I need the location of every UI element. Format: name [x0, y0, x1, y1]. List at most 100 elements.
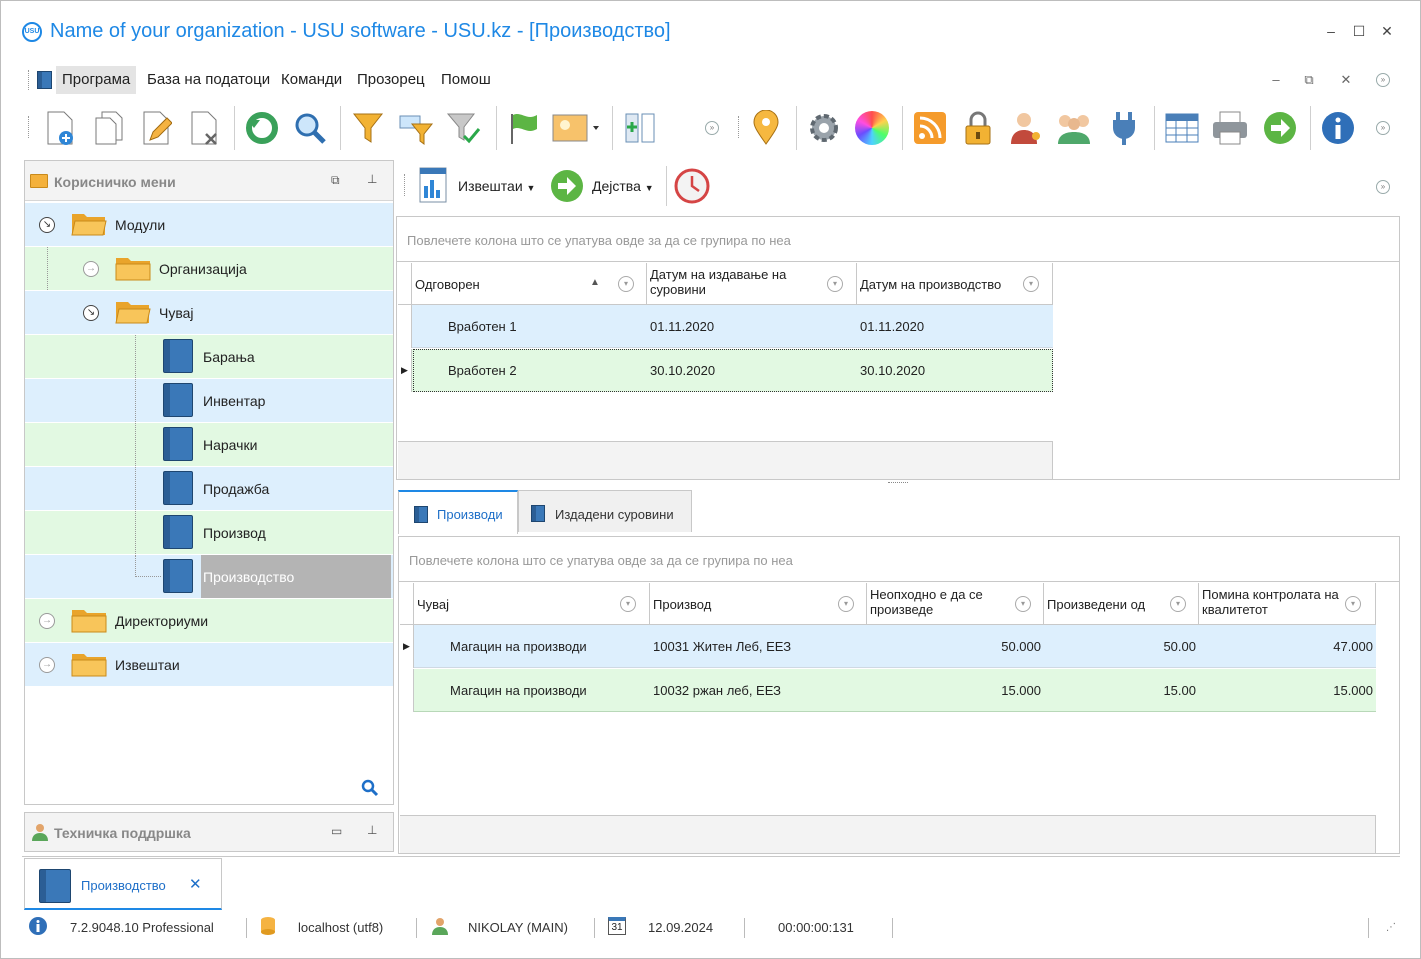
tree-item-production[interactable]: Производство — [25, 555, 393, 598]
add-column-icon[interactable] — [620, 106, 660, 150]
column-header-production-date[interactable]: Датум на производство ▾ — [857, 263, 1053, 305]
table-row[interactable]: ▶ Магацин на производи 10031 Житен Леб, … — [400, 625, 1376, 668]
tree-search-icon[interactable] — [361, 779, 379, 797]
mdi-close-icon[interactable]: ✕ — [1338, 72, 1354, 88]
tree-item-label: Инвентар — [203, 393, 266, 409]
filter-by-cell-icon[interactable] — [396, 106, 436, 150]
column-filter-icon[interactable]: ▾ — [1345, 596, 1361, 612]
rss-icon[interactable] — [910, 106, 950, 150]
report-icon — [419, 167, 447, 203]
minimize-icon[interactable]: – — [1322, 22, 1340, 40]
tree-item-label: Производ — [203, 525, 266, 541]
column-filter-icon[interactable]: ▾ — [1015, 596, 1031, 612]
location-pin-icon[interactable] — [746, 106, 786, 150]
column-header-quality-passed[interactable]: Помина контролата на квалитетот ▾ — [1199, 583, 1376, 625]
menu-window[interactable]: Прозорец — [351, 66, 431, 94]
go-forward-icon[interactable] — [1260, 106, 1300, 150]
delete-record-icon[interactable] — [184, 106, 224, 150]
column-filter-icon[interactable]: ▾ — [620, 596, 636, 612]
tree-item-modules[interactable]: ↘ Модули — [25, 203, 393, 246]
reports-dropdown[interactable]: Извештаи ▼ — [458, 178, 535, 194]
menu-help[interactable]: Помош — [435, 66, 497, 94]
actions-icon — [551, 170, 583, 202]
tree-item-sales[interactable]: Продажба — [25, 467, 393, 510]
tree-item-directories[interactable]: → Директориуми — [25, 599, 393, 642]
close-icon[interactable]: ✕ — [1378, 22, 1396, 40]
image-dropdown-icon[interactable] — [550, 106, 600, 150]
column-header-produced[interactable]: Произведени од ▾ — [1044, 583, 1199, 625]
search-icon[interactable] — [290, 106, 330, 150]
form-toolbar-options-icon[interactable]: » — [1376, 180, 1390, 194]
settings-gear-icon[interactable] — [804, 106, 844, 150]
panel-pin-icon[interactable]: ⊥ — [367, 823, 377, 837]
column-filter-icon[interactable]: ▾ — [1170, 596, 1186, 612]
copy-record-icon[interactable] — [88, 106, 128, 150]
column-filter-icon[interactable]: ▾ — [827, 276, 843, 292]
tree-item-label: Директориуми — [115, 613, 209, 629]
column-header-responsible[interactable]: Одговорен ▲ ▾ — [412, 263, 647, 305]
column-header-issue-date[interactable]: Датум на издавање на суровини ▾ — [647, 263, 857, 305]
splitter-handle[interactable] — [888, 482, 908, 484]
column-header-product[interactable]: Производ ▾ — [650, 583, 867, 625]
column-header-store[interactable]: Чувај ▾ — [414, 583, 650, 625]
column-filter-icon[interactable]: ▾ — [1023, 276, 1039, 292]
mdi-restore-icon[interactable]: ⧉ — [1301, 72, 1317, 88]
clock-icon[interactable] — [674, 168, 710, 204]
menu-commands[interactable]: Команди — [275, 66, 348, 94]
collapse-icon[interactable]: ↘ — [83, 305, 99, 321]
tech-support-panel[interactable]: Техничка поддршка ▭ ⊥ — [24, 812, 394, 852]
print-icon[interactable] — [1210, 106, 1250, 150]
plugin-icon[interactable] — [1104, 106, 1144, 150]
tree-item-orders[interactable]: Нарачки — [25, 423, 393, 466]
mdi-minimize-icon[interactable]: – — [1268, 72, 1284, 88]
user-key-icon[interactable] — [1006, 106, 1046, 150]
flag-icon[interactable] — [504, 106, 544, 150]
info-icon[interactable] — [1318, 106, 1358, 150]
table-row[interactable]: ▶ Вработен 2 30.10.2020 30.10.2020 — [398, 349, 1053, 392]
version-info-icon — [29, 917, 47, 935]
tree-item-store[interactable]: ↘ Чувај — [25, 291, 393, 334]
maximize-icon[interactable]: ☐ — [1350, 22, 1368, 40]
panel-float-icon[interactable]: ⧉ — [331, 173, 340, 188]
filter-apply-icon[interactable] — [444, 106, 484, 150]
tree-item-organization[interactable]: → Организација — [25, 247, 393, 290]
app-logo-icon: USU — [22, 22, 42, 42]
toolbar-options-icon[interactable]: » — [705, 121, 719, 135]
tree-item-reports[interactable]: → Извештаи — [25, 643, 393, 686]
tree-item-requests[interactable]: Барања — [25, 335, 393, 378]
expand-icon[interactable]: → — [39, 613, 55, 629]
collapse-icon[interactable]: ↘ — [39, 217, 55, 233]
column-header-required[interactable]: Неопходно е да се произведе ▾ — [867, 583, 1044, 625]
lock-icon[interactable] — [958, 106, 998, 150]
folder-icon — [71, 654, 107, 677]
tree-item-product[interactable]: Производ — [25, 511, 393, 554]
panel-pin-icon[interactable]: ⊥ — [367, 172, 377, 186]
actions-dropdown[interactable]: Дејства ▼ — [592, 178, 654, 194]
refresh-icon[interactable] — [242, 106, 282, 150]
table-row[interactable]: Вработен 1 01.11.2020 01.11.2020 — [398, 305, 1053, 348]
resize-grip-icon[interactable]: ⋰ — [1386, 922, 1396, 933]
column-filter-icon[interactable]: ▾ — [618, 276, 634, 292]
menu-database[interactable]: База на податоци — [141, 66, 276, 94]
expand-icon[interactable]: → — [39, 657, 55, 673]
menu-options-icon[interactable]: » — [1376, 73, 1390, 87]
document-tab-production[interactable]: Производство ✕ — [24, 858, 222, 910]
menu-program[interactable]: Програма — [56, 66, 137, 94]
expand-icon[interactable]: → — [83, 261, 99, 277]
server-text: localhost (utf8) — [298, 920, 384, 935]
tree-item-label: Производство — [203, 569, 295, 585]
table-row[interactable]: Магацин на производи 10032 ржан леб, ЕЕЗ… — [400, 669, 1376, 712]
tree-item-inventory[interactable]: Инвентар — [25, 379, 393, 422]
add-record-icon[interactable] — [40, 106, 80, 150]
color-wheel-icon[interactable] — [852, 106, 892, 150]
tab-products[interactable]: Производи — [398, 490, 518, 534]
toolbar-options-icon-2[interactable]: » — [1376, 121, 1390, 135]
edit-record-icon[interactable] — [136, 106, 176, 150]
filter-icon[interactable] — [348, 106, 388, 150]
close-tab-icon[interactable]: ✕ — [189, 875, 202, 893]
panel-restore-icon[interactable]: ▭ — [331, 824, 342, 838]
column-filter-icon[interactable]: ▾ — [838, 596, 854, 612]
tab-issued-materials[interactable]: Издадени суровини — [518, 490, 692, 532]
table-icon[interactable] — [1162, 106, 1202, 150]
users-group-icon[interactable] — [1054, 106, 1094, 150]
